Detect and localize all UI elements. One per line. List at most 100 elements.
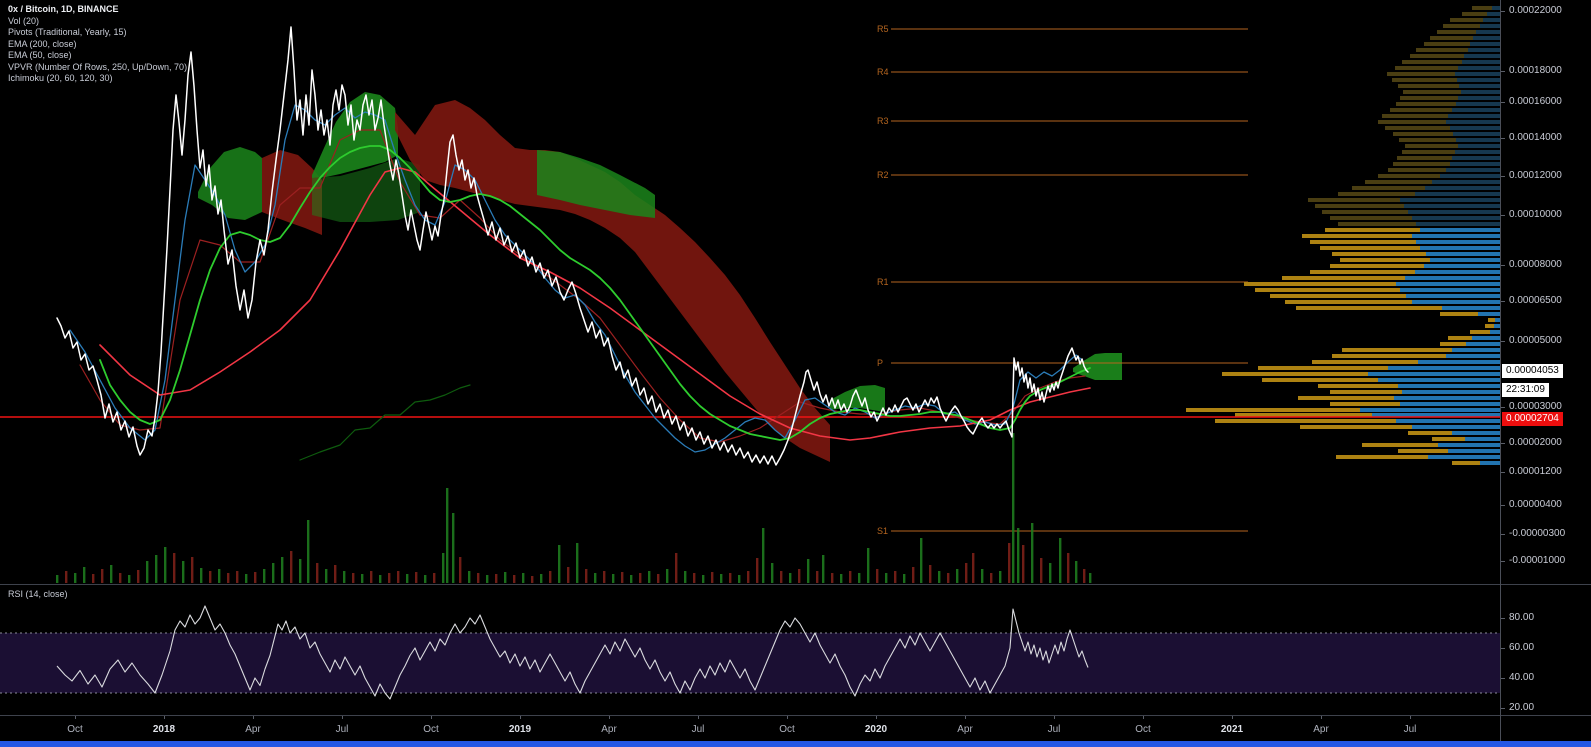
price-axis-label: 0.00016000 [1509,96,1562,107]
time-axis-year-label: 2019 [508,724,532,735]
pivot-label-p: P [877,358,883,368]
main-chart-pane[interactable]: R5 R4 R3 R2 R1 P S1 [0,0,1500,584]
axis-tick [1501,534,1505,535]
time-axis-year-label: 2018 [152,724,176,735]
price-axis-label: 0.00005000 [1509,335,1562,346]
axis-tick [1501,102,1505,103]
time-axis-month-label: Apr [601,724,617,735]
axis-tick [1501,505,1505,506]
time-axis-month-label: Apr [1313,724,1329,735]
time-axis-year-label: 2020 [864,724,888,735]
indicator-legend: 0x / Bitcoin, 1D, BINANCE Vol (20) Pivot… [8,4,187,85]
price-axis-label: 0.00018000 [1509,65,1562,76]
legend-item-ichimoku[interactable]: Ichimoku (20, 60, 120, 30) [8,73,187,85]
axis-tick [1501,265,1505,266]
axis-tick [1501,618,1505,619]
time-axis-tick [431,716,432,719]
legend-item-pivots[interactable]: Pivots (Traditional, Yearly, 15) [8,27,187,39]
time-axis-month-label: Apr [245,724,261,735]
axis-tick [1501,648,1505,649]
price-and-ma-lines [56,26,1091,466]
time-axis-month-label: Jul [691,724,705,735]
time-axis-year-label: 2021 [1220,724,1244,735]
time-axis-month-label: Oct [67,724,83,735]
volume-profile-vpvr [1186,6,1500,465]
pane-separator[interactable] [0,584,1591,585]
price-axis-label: 0.00010000 [1509,209,1562,220]
axis-tick [1501,138,1505,139]
time-axis-month-label: Oct [1135,724,1151,735]
ichimoku-lagging-line [299,384,471,461]
time-axis-tick [787,716,788,719]
alert-price-label[interactable]: 0.00002704 [1502,412,1563,426]
time-axis-month-label: Jul [335,724,349,735]
rsi-axis-label: 40.00 [1509,672,1535,683]
time-axis-tick [609,716,610,719]
rsi-axis-label: 20.00 [1509,702,1535,713]
price-axis-label: 0.00002000 [1509,437,1562,448]
axis-tick [1501,472,1505,473]
time-axis-tick [965,716,966,719]
pivot-label-r1: R1 [877,277,889,287]
legend-item-vpvr[interactable]: VPVR (Number Of Rows, 250, Up/Down, 70) [8,62,187,74]
time-axis-tick [1232,716,1233,719]
tradingview-chart-window: R5 R4 R3 R2 R1 P S1 0x / Bitcoin, 1D, BINANCE … [0,0,1591,747]
axis-tick [1501,443,1505,444]
time-axis-tick [253,716,254,719]
time-axis-month-label: Apr [957,724,973,735]
symbol-title[interactable]: 0x / Bitcoin, 1D, BINANCE [8,4,187,16]
pivot-label-r4: R4 [877,67,889,77]
axis-tick [1501,176,1505,177]
axis-tick [1501,708,1505,709]
axis-tick [1501,215,1505,216]
price-axis-label: 0.00022000 [1509,5,1562,16]
bar-close-countdown-label: 22:31:09 [1502,383,1549,397]
rsi-axis-label: 80.00 [1509,612,1535,623]
pivot-label-s1: S1 [877,526,888,536]
price-axis-label: 0.00003000 [1509,401,1562,412]
price-axis-label: 0.00000400 [1509,499,1562,510]
time-axis-month-label: Jul [1047,724,1061,735]
time-axis-tick [1410,716,1411,719]
legend-item-ema50[interactable]: EMA (50, close) [8,50,187,62]
time-axis-tick [1321,716,1322,719]
legend-item-ema200[interactable]: EMA (200, close) [8,39,187,51]
pivot-label-r5: R5 [877,24,889,34]
time-axis-tick [75,716,76,719]
window-bottom-strip [0,741,1591,747]
price-axis-label: 0.00006500 [1509,295,1562,306]
price-axis-label: 0.00001200 [1509,466,1562,477]
rsi-axis-label: 60.00 [1509,642,1535,653]
time-axis-month-label: Jul [1403,724,1417,735]
rsi-pane[interactable] [0,585,1500,715]
axis-tick [1501,11,1505,12]
axis-tick [1501,678,1505,679]
time-axis-month-label: Oct [423,724,439,735]
pivot-label-r3: R3 [877,116,889,126]
price-axis-label: -0.00001000 [1509,555,1566,566]
axis-tick [1501,561,1505,562]
price-close-line [56,26,1089,466]
axis-tick [1501,301,1505,302]
price-axis-label: 0.00008000 [1509,259,1562,270]
time-axis-tick [698,716,699,719]
time-axis[interactable]: Oct 2018 Apr Jul Oct 2019 Apr Jul Oct 2020 Apr Jul O… [0,715,1591,742]
pivot-lines: R5 R4 R3 R2 R1 P S1 [877,24,1248,536]
pivot-label-r2: R2 [877,170,889,180]
time-axis-tick [342,716,343,719]
current-price-label: 0.00004053 [1502,364,1563,378]
rsi-legend-label[interactable]: RSI (14, close) [8,589,68,599]
time-axis-tick [1143,716,1144,719]
price-axis-label: 0.00014000 [1509,132,1562,143]
price-axis[interactable]: 0.00004053 22:31:09 0.00002704 0.0002200… [1500,0,1591,741]
axis-tick [1501,71,1505,72]
axis-tick [1501,407,1505,408]
time-axis-tick [1054,716,1055,719]
time-axis-tick [520,716,521,719]
time-axis-tick [876,716,877,719]
price-axis-label: 0.00012000 [1509,170,1562,181]
volume-bars [56,433,1092,583]
time-axis-tick [164,716,165,719]
rsi-plot [0,605,1500,700]
legend-item-vol[interactable]: Vol (20) [8,16,187,28]
